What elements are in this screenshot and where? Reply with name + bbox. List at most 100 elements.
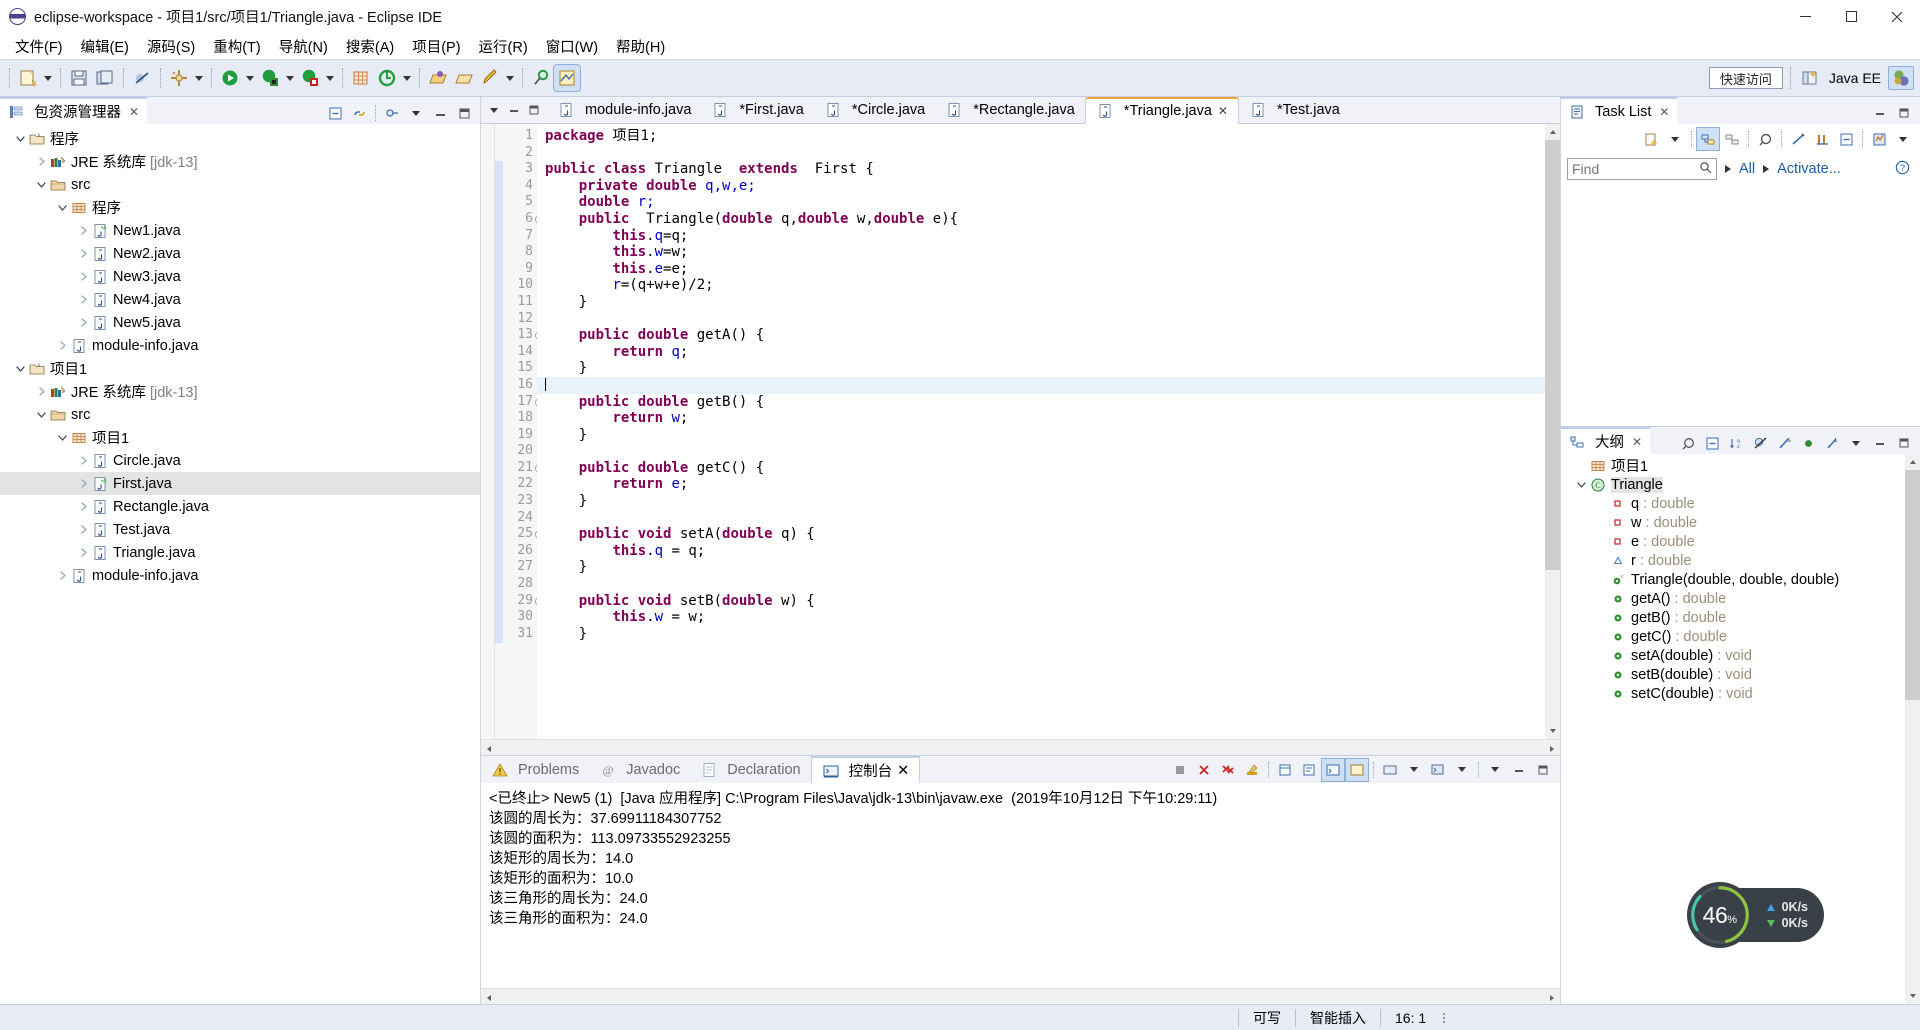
maximize-icon[interactable] <box>1532 759 1554 781</box>
code-line[interactable]: this.w = w; <box>537 609 1545 626</box>
tree-item-1[interactable]: 项目1 <box>0 357 480 380</box>
code-line[interactable]: public void setB(double w) { <box>537 593 1545 610</box>
outline-item-getA[interactable]: getA() : double <box>1561 589 1920 608</box>
outline-scrollbar[interactable] <box>1905 454 1920 1004</box>
twisty-icon[interactable] <box>1593 682 1609 705</box>
twisty-icon[interactable] <box>75 518 91 541</box>
link-icon[interactable] <box>1677 432 1699 454</box>
open-type-icon[interactable] <box>425 65 451 91</box>
hide-fields-icon[interactable] <box>1749 432 1771 454</box>
restore-tasks-icon[interactable] <box>1868 128 1890 150</box>
find-input[interactable] <box>1572 161 1699 177</box>
debug-dropdown[interactable] <box>283 66 297 90</box>
code-line[interactable]: r=(q+w+e)/2; <box>537 277 1545 294</box>
search-dropdown[interactable] <box>503 66 517 90</box>
console-horizontal-scrollbar[interactable] <box>481 988 1560 1004</box>
remove-launch-icon[interactable] <box>1193 759 1215 781</box>
sort-icon[interactable]: az <box>1725 432 1747 454</box>
editor-tab-First-java[interactable]: *First.java <box>701 97 813 123</box>
java-ee-perspective-icon[interactable] <box>1888 66 1914 90</box>
code-line[interactable]: } <box>537 559 1545 576</box>
outline-item-Triangle[interactable]: C Triangle <box>1561 475 1920 494</box>
hide-nonpublic-icon[interactable] <box>1797 432 1819 454</box>
code-line[interactable]: } <box>537 294 1545 311</box>
task-list-body[interactable] <box>1561 184 1920 426</box>
run-icon[interactable] <box>217 65 243 91</box>
code-line[interactable]: } <box>537 360 1545 377</box>
console-tab-控制台[interactable]: 控制台 ✕ <box>810 756 921 783</box>
word-wrap-icon[interactable] <box>1298 759 1320 781</box>
new-java-project-icon[interactable] <box>348 65 374 91</box>
tree-item-moduleinfojava[interactable]: module-info.java <box>0 334 480 357</box>
tree-item-New4java[interactable]: New4.java <box>0 288 480 311</box>
quick-access-input[interactable]: 快速访问 <box>1708 67 1783 89</box>
new-task-icon[interactable] <box>1640 128 1662 150</box>
filter-all-link[interactable]: All <box>1739 161 1755 177</box>
categorized-icon[interactable] <box>1696 127 1720 151</box>
code-line[interactable]: } <box>537 626 1545 643</box>
focus-icon[interactable] <box>1787 128 1809 150</box>
twisty-icon[interactable] <box>75 472 91 495</box>
code-line[interactable] <box>537 311 1545 328</box>
tree-item-[interactable]: 程序 <box>0 127 480 150</box>
scroll-up-arrow[interactable] <box>1905 454 1920 470</box>
twisty-icon[interactable] <box>54 564 70 587</box>
minimize-icon[interactable] <box>1508 759 1530 781</box>
minimize-icon[interactable] <box>1869 432 1891 454</box>
remove-all-icon[interactable] <box>1217 759 1239 781</box>
tree-item-src[interactable]: src <box>0 403 480 426</box>
twisty-icon[interactable] <box>33 380 49 403</box>
code-line[interactable]: } <box>537 493 1545 510</box>
external-tools-icon[interactable] <box>374 65 400 91</box>
twisty-icon[interactable] <box>54 196 70 219</box>
twisty-icon[interactable] <box>75 449 91 472</box>
code-line[interactable]: this.q=q; <box>537 228 1545 245</box>
terminate-icon[interactable] <box>1169 759 1191 781</box>
close-icon[interactable]: ✕ <box>1218 104 1228 118</box>
twisty-icon[interactable] <box>75 311 91 334</box>
code-text-area[interactable]: package 项目1; public class Triangle exten… <box>537 124 1545 739</box>
code-line[interactable]: double r; <box>537 194 1545 211</box>
console-dropdown-icon[interactable] <box>1403 759 1425 781</box>
maximize-button[interactable] <box>1828 0 1874 34</box>
code-line[interactable] <box>537 376 1545 394</box>
editor-horizontal-scrollbar[interactable] <box>481 739 1560 755</box>
coverage-icon[interactable] <box>297 65 323 91</box>
twisty-icon[interactable] <box>12 127 28 150</box>
maximize-icon[interactable] <box>1893 102 1915 124</box>
menu-edit[interactable]: 编辑(E) <box>72 33 138 60</box>
tab-task-list[interactable]: Task List ✕ <box>1561 97 1678 124</box>
tree-item-JRE[interactable]: JRE 系统库 [jdk-13] <box>0 150 480 173</box>
menu-project[interactable]: 项目(P) <box>403 33 469 60</box>
run-dropdown[interactable] <box>243 66 257 90</box>
code-line[interactable]: public class Triangle extends First { <box>537 161 1545 178</box>
outline-item-setAdouble[interactable]: setA(double) : void <box>1561 646 1920 665</box>
debug-icon[interactable] <box>257 65 283 91</box>
synchronize-icon[interactable] <box>1754 128 1776 150</box>
menu-refactor[interactable]: 重构(T) <box>204 33 270 60</box>
new-wizard-icon[interactable] <box>15 65 41 91</box>
save-all-icon[interactable] <box>92 65 118 91</box>
filter-all-arrow-icon[interactable] <box>1725 165 1731 173</box>
annotation-ruler[interactable] <box>481 124 495 739</box>
outline-item-getC[interactable]: getC() : double <box>1561 627 1920 646</box>
outline-item-w[interactable]: w : double <box>1561 513 1920 532</box>
outline-scroll-thumb[interactable] <box>1905 470 1920 700</box>
menu-source[interactable]: 源码(S) <box>138 33 204 60</box>
close-icon[interactable]: ✕ <box>1659 105 1669 119</box>
hide-local-icon[interactable]: L <box>1821 432 1843 454</box>
tree-item-JRE[interactable]: JRE 系统库 [jdk-13] <box>0 380 480 403</box>
outline-item-Triangledoubledoubledouble[interactable]: c Triangle(double, double, double) <box>1561 570 1920 589</box>
external-tools-dropdown[interactable] <box>400 66 414 90</box>
chevron-down-icon[interactable] <box>485 100 503 120</box>
outline-item-setBdouble[interactable]: setB(double) : void <box>1561 665 1920 684</box>
code-line[interactable]: return e; <box>537 476 1545 493</box>
code-line[interactable] <box>537 443 1545 460</box>
search-icon[interactable] <box>1699 161 1712 177</box>
menu-window[interactable]: 窗口(W) <box>537 33 607 60</box>
new-wizard-dropdown[interactable] <box>41 66 55 90</box>
scroll-left-arrow[interactable] <box>481 740 493 756</box>
console-tab-Declaration[interactable]: Declaration <box>690 756 810 783</box>
tree-item-Testjava[interactable]: Test.java <box>0 518 480 541</box>
editor-tab-Rectangle-java[interactable]: *Rectangle.java <box>935 97 1085 123</box>
